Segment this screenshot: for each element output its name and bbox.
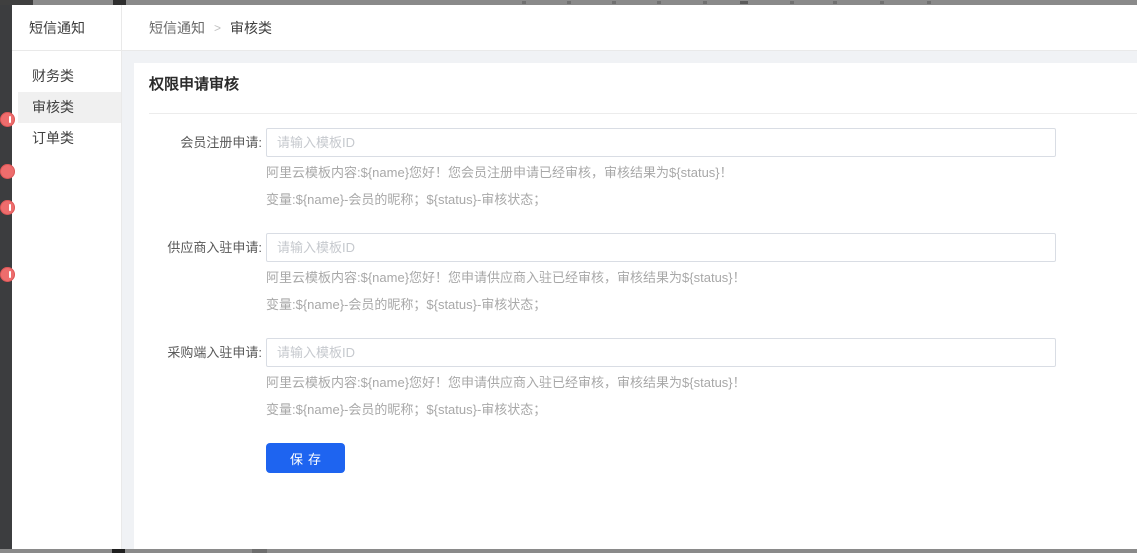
window-edge-segment [113,0,126,5]
sidebar: 短信通知 财务类 审核类 订单类 [12,5,122,549]
field-label: 采购端入驻申请: [149,338,262,367]
breadcrumb-item-sms-notify[interactable]: 短信通知 [149,18,205,38]
window-bottom-edge [0,549,1137,553]
template-id-input[interactable] [266,233,1056,262]
window-edge-tick [833,1,837,4]
left-dock-strip [0,5,12,549]
admin-app: 短信通知 财务类 审核类 订单类 短信通知 > 审核类 权限申请审核 [12,5,1137,549]
window-edge-tick [612,1,616,4]
notification-badge [0,164,15,179]
content-area: 权限申请审核 会员注册申请: 阿里云模板内容:${name}您好！您会员注册申请… [122,51,1137,549]
template-form: 会员注册申请: 阿里云模板内容:${name}您好！您会员注册申请已经审核，审核… [149,128,1137,473]
form-card: 权限申请审核 会员注册申请: 阿里云模板内容:${name}您好！您会员注册申请… [134,63,1137,549]
template-variables-hint: 变量:${name}-会员的昵称；${status}-审核状态； [266,298,1137,312]
divider [149,113,1137,114]
sidebar-item-finance[interactable]: 财务类 [12,61,121,92]
window-edge-segment [112,549,125,553]
breadcrumb-item-current: 审核类 [230,18,272,38]
form-field-purchaser-entry: 采购端入驻申请: 阿里云模板内容:${name}您好！您申请供应商入驻已经审核，… [149,338,1137,417]
notification-badge [0,112,15,127]
breadcrumb: 短信通知 > 审核类 [122,5,1137,51]
form-field-member-register: 会员注册申请: 阿里云模板内容:${name}您好！您会员注册申请已经审核，审核… [149,128,1137,207]
notification-badge [0,267,15,282]
notification-badge [0,200,15,215]
window-edge-tick [522,1,526,4]
template-content-hint: 阿里云模板内容:${name}您好！您会员注册申请已经审核，审核结果为${sta… [266,166,1137,180]
app-window: 短信通知 财务类 审核类 订单类 短信通知 > 审核类 权限申请审核 [0,0,1137,553]
window-edge-tick [790,1,794,4]
sidebar-title: 短信通知 [12,5,121,51]
template-id-input[interactable] [266,128,1056,157]
field-label: 供应商入驻申请: [149,233,262,262]
window-edge-tick [567,1,571,4]
template-id-input[interactable] [266,338,1056,367]
form-field-supplier-entry: 供应商入驻申请: 阿里云模板内容:${name}您好！您申请供应商入驻已经审核，… [149,233,1137,312]
template-variables-hint: 变量:${name}-会员的昵称；${status}-审核状态； [266,403,1137,417]
sidebar-item-review[interactable]: 审核类 [18,92,121,123]
field-label: 会员注册申请: [149,128,262,157]
window-edge-tick [657,1,661,4]
window-top-edge [0,0,1137,5]
page-title: 权限申请审核 [149,76,1137,93]
template-content-hint: 阿里云模板内容:${name}您好！您申请供应商入驻已经审核，审核结果为${st… [266,376,1137,390]
sidebar-menu: 财务类 审核类 订单类 [12,61,121,154]
sidebar-item-order[interactable]: 订单类 [12,123,121,154]
window-edge-tick [927,1,931,4]
template-content-hint: 阿里云模板内容:${name}您好！您申请供应商入驻已经审核，审核结果为${st… [266,271,1137,285]
save-button[interactable]: 保存 [266,443,345,473]
window-edge-segment [0,0,33,5]
window-edge-tick [703,1,707,4]
window-edge-segment [252,549,267,553]
main-area: 短信通知 > 审核类 权限申请审核 会员注册申请: 阿里云模板内容:${ [122,5,1137,549]
window-edge-tick [880,1,884,4]
template-variables-hint: 变量:${name}-会员的昵称；${status}-审核状态； [266,193,1137,207]
window-edge-tick [740,1,748,4]
chevron-right-icon: > [214,21,221,35]
